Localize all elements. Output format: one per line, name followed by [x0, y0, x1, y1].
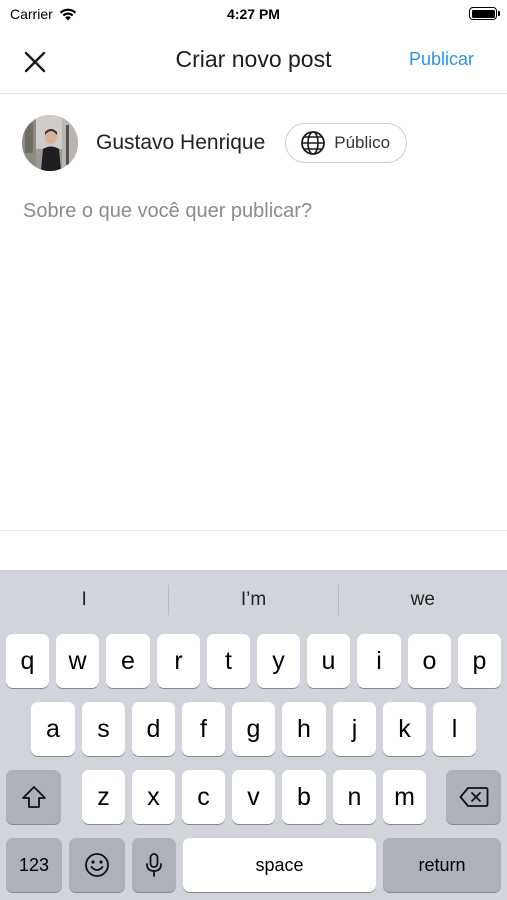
globe-icon [301, 131, 326, 155]
dictation-key[interactable] [132, 838, 176, 892]
key-g[interactable]: g [232, 702, 275, 756]
avatar-photo [22, 115, 78, 171]
space-key[interactable]: space [183, 838, 376, 892]
key-x[interactable]: x [132, 770, 175, 824]
battery-icon [469, 7, 500, 20]
key-h[interactable]: h [282, 702, 326, 756]
backspace-icon [459, 787, 488, 807]
key-k[interactable]: k [383, 702, 426, 756]
key-y[interactable]: y [257, 634, 300, 688]
suggestion-item[interactable]: we [339, 589, 507, 611]
key-u[interactable]: u [307, 634, 350, 688]
backspace-key[interactable] [446, 770, 501, 824]
status-bar: Carrier 4:27 PM [0, 0, 507, 30]
key-r[interactable]: r [157, 634, 200, 688]
battery-level [471, 9, 495, 18]
privacy-selector-button[interactable]: Público [285, 123, 408, 163]
key-a[interactable]: a [31, 702, 75, 756]
status-time: 4:27 PM [227, 6, 280, 22]
key-i[interactable]: i [357, 634, 401, 688]
key-p[interactable]: p [458, 634, 501, 688]
suggestion-item[interactable]: I’m [169, 589, 337, 611]
publish-button[interactable]: Publicar [409, 49, 474, 70]
key-c[interactable]: c [182, 770, 225, 824]
key-f[interactable]: f [182, 702, 225, 756]
emoji-key[interactable] [69, 838, 125, 892]
key-m[interactable]: m [383, 770, 426, 824]
shift-key[interactable] [6, 770, 61, 824]
key-v[interactable]: v [232, 770, 275, 824]
privacy-label: Público [334, 133, 391, 152]
key-d[interactable]: d [132, 702, 175, 756]
shift-icon [21, 786, 46, 808]
key-e[interactable]: e [106, 634, 150, 688]
emoji-icon [85, 853, 109, 877]
key-w[interactable]: w [56, 634, 99, 688]
composer-divider [0, 530, 507, 531]
key-q[interactable]: q [6, 634, 49, 688]
key-j[interactable]: j [333, 702, 376, 756]
key-n[interactable]: n [333, 770, 376, 824]
author-name: Gustavo Henrique [96, 131, 266, 154]
key-t[interactable]: t [207, 634, 250, 688]
key-s[interactable]: s [82, 702, 125, 756]
avatar [22, 115, 78, 171]
key-o[interactable]: o [408, 634, 451, 688]
key-z[interactable]: z [82, 770, 125, 824]
post-text-input[interactable] [23, 200, 483, 520]
key-l[interactable]: l [433, 702, 476, 756]
key-b[interactable]: b [282, 770, 326, 824]
microphone-icon [146, 853, 162, 877]
suggestion-bar: I I’m we [0, 570, 507, 630]
suggestion-item[interactable]: I [0, 589, 168, 611]
return-key[interactable]: return [383, 838, 501, 892]
nav-bar: Criar novo post Publicar [0, 30, 507, 94]
keyboard: I I’m we q w e r t y u i o p a s d f g h… [0, 570, 507, 900]
numbers-key[interactable]: 123 [6, 838, 62, 892]
author-row: Gustavo Henrique Público [22, 115, 408, 171]
